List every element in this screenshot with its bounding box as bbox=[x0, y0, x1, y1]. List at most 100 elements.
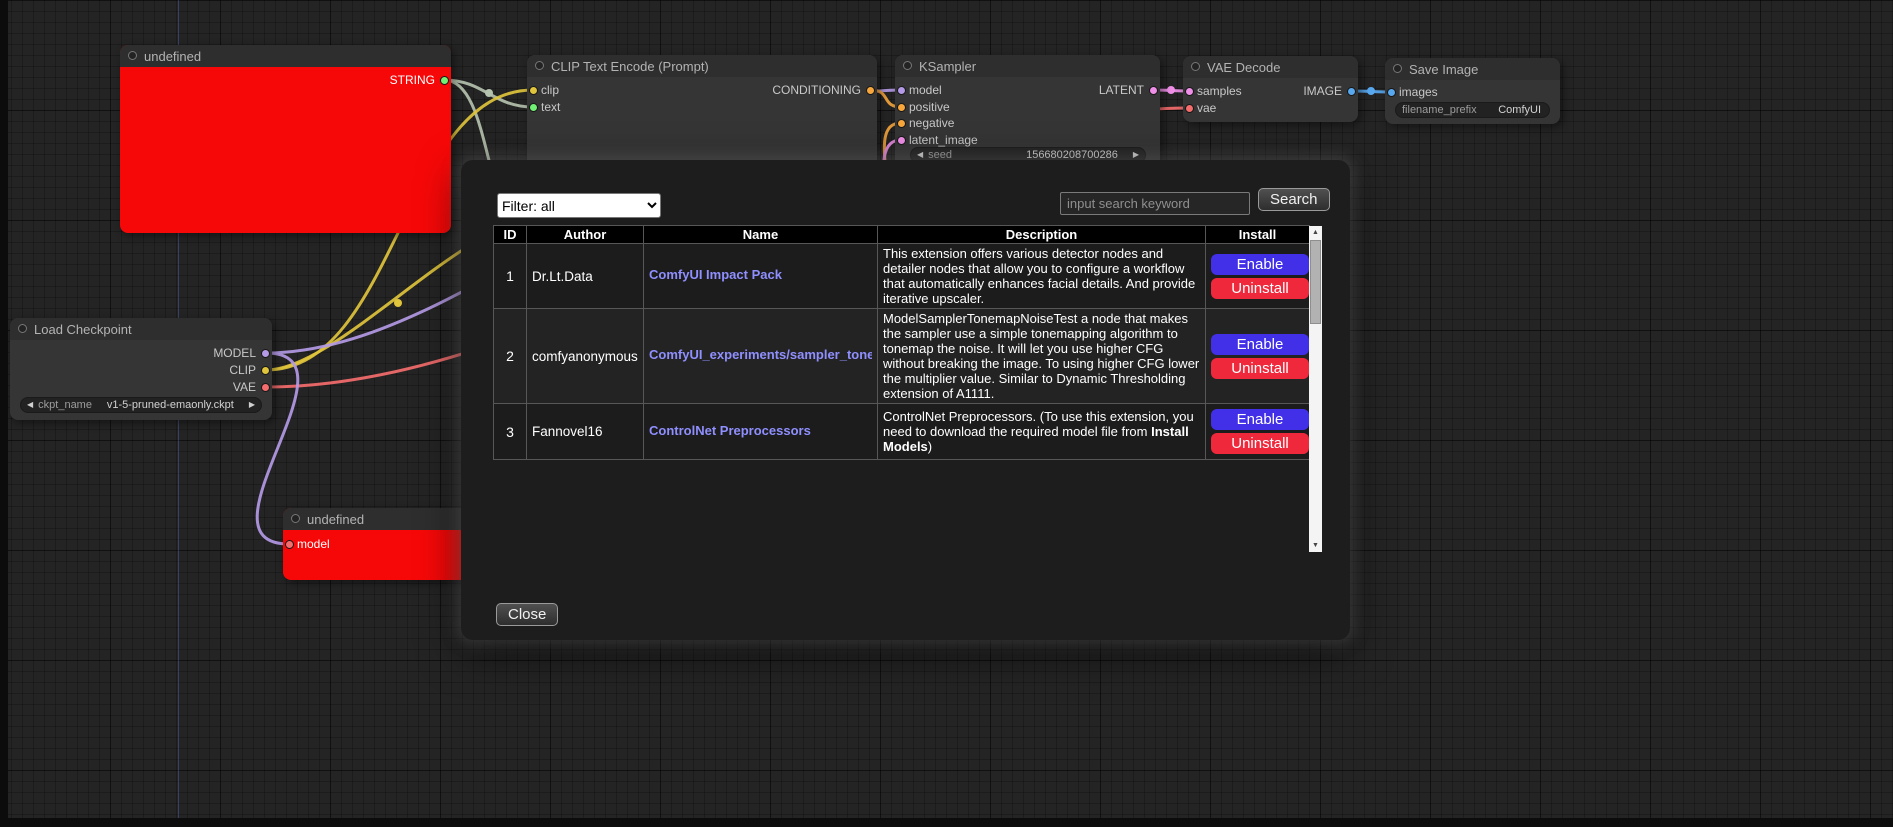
node-vae-decode[interactable]: VAE Decode samples vae IMAGE bbox=[1183, 56, 1358, 122]
output-slot-conditioning[interactable] bbox=[866, 86, 875, 95]
previous-arrow-icon[interactable]: ◀ bbox=[27, 401, 33, 409]
search-button[interactable]: Search bbox=[1258, 188, 1330, 211]
scroll-down-icon[interactable]: ▼ bbox=[1309, 539, 1322, 552]
cell-install: Enable Uninstall bbox=[1206, 404, 1310, 460]
input-slot-latent-image[interactable] bbox=[897, 136, 906, 145]
scrollbar-thumb[interactable] bbox=[1310, 240, 1321, 324]
cell-description: ModelSamplerTonemapNoiseTest a node that… bbox=[878, 309, 1206, 404]
scroll-up-icon[interactable]: ▲ bbox=[1309, 226, 1322, 239]
table-row: 3 Fannovel16 ControlNet Preprocessors Co… bbox=[494, 404, 1310, 460]
collapse-dot-icon[interactable] bbox=[1191, 62, 1200, 71]
output-slot-image[interactable] bbox=[1347, 87, 1356, 96]
widget-value: v1-5-pruned-emaonly.ckpt bbox=[107, 399, 234, 411]
node-title: CLIP Text Encode (Prompt) bbox=[551, 59, 709, 74]
output-slot-string[interactable] bbox=[440, 76, 449, 85]
output-slot-vae[interactable] bbox=[261, 383, 270, 392]
output-slot-latent[interactable] bbox=[1149, 86, 1158, 95]
decrement-arrow-icon[interactable]: ◀ bbox=[917, 151, 923, 159]
uninstall-button[interactable]: Uninstall bbox=[1211, 278, 1309, 299]
node-header[interactable]: Save Image bbox=[1385, 58, 1560, 80]
cell-author: Dr.Lt.Data bbox=[527, 244, 644, 309]
input-slot-model[interactable] bbox=[897, 86, 906, 95]
table-row: 2 comfyanonymous ComfyUI_experiments/sam… bbox=[494, 309, 1310, 404]
node-undefined-string[interactable]: undefined STRING bbox=[120, 45, 451, 233]
header-description: Description bbox=[878, 226, 1206, 244]
input-label-model: model bbox=[909, 83, 942, 97]
collapse-dot-icon[interactable] bbox=[535, 61, 544, 70]
increment-arrow-icon[interactable]: ▶ bbox=[1133, 151, 1139, 159]
cell-description: This extension offers various detector n… bbox=[878, 244, 1206, 309]
table-row: 1 Dr.Lt.Data ComfyUI Impact Pack This ex… bbox=[494, 244, 1310, 309]
input-label-samples: samples bbox=[1197, 84, 1242, 98]
output-label: STRING bbox=[390, 73, 435, 87]
table-scrollbar[interactable]: ▲ ▼ bbox=[1309, 226, 1322, 552]
node-title: KSampler bbox=[919, 59, 976, 74]
extension-link[interactable]: ControlNet Preprocessors bbox=[649, 423, 811, 438]
extension-link[interactable]: ComfyUI Impact Pack bbox=[649, 267, 782, 282]
input-slot-vae[interactable] bbox=[1185, 104, 1194, 113]
enable-button[interactable]: Enable bbox=[1211, 409, 1309, 430]
input-label-latent-image: latent_image bbox=[909, 133, 978, 147]
enable-button[interactable]: Enable bbox=[1211, 254, 1309, 275]
node-title: Save Image bbox=[1409, 62, 1478, 77]
uninstall-button[interactable]: Uninstall bbox=[1211, 433, 1309, 454]
cell-author: comfyanonymous bbox=[527, 309, 644, 404]
node-header[interactable]: undefined bbox=[120, 45, 451, 67]
uninstall-button[interactable]: Uninstall bbox=[1211, 358, 1309, 379]
filter-select[interactable]: Filter: all bbox=[497, 193, 661, 218]
input-label-clip: clip bbox=[541, 83, 559, 97]
ckpt-name-widget[interactable]: ◀ ckpt_name v1-5-pruned-emaonly.ckpt ▶ bbox=[20, 397, 262, 413]
collapse-dot-icon[interactable] bbox=[18, 324, 27, 333]
collapse-dot-icon[interactable] bbox=[291, 514, 300, 523]
enable-button[interactable]: Enable bbox=[1211, 334, 1309, 355]
output-label: CONDITIONING bbox=[772, 83, 861, 97]
input-slot-positive[interactable] bbox=[897, 103, 906, 112]
cell-install: Enable Uninstall bbox=[1206, 309, 1310, 404]
collapse-dot-icon[interactable] bbox=[1393, 64, 1402, 73]
header-author: Author bbox=[527, 226, 644, 244]
close-button[interactable]: Close bbox=[496, 603, 558, 626]
node-title: undefined bbox=[307, 512, 364, 527]
node-header[interactable]: KSampler bbox=[895, 55, 1160, 77]
input-label-images: images bbox=[1399, 85, 1438, 99]
cell-name: ControlNet Preprocessors bbox=[644, 404, 878, 460]
widget-label: ckpt_name bbox=[38, 399, 92, 411]
cell-id: 1 bbox=[494, 244, 527, 309]
node-save-image[interactable]: Save Image images filename_prefix ComfyU… bbox=[1385, 58, 1560, 124]
input-slot-model[interactable] bbox=[285, 540, 294, 549]
input-slot-samples[interactable] bbox=[1185, 87, 1194, 96]
next-arrow-icon[interactable]: ▶ bbox=[249, 401, 255, 409]
input-label-vae: vae bbox=[1197, 101, 1216, 115]
output-label-vae: VAE bbox=[233, 380, 256, 394]
output-slot-model[interactable] bbox=[261, 349, 270, 358]
search-input[interactable] bbox=[1060, 192, 1250, 215]
input-label-model: model bbox=[297, 537, 330, 551]
filename-prefix-widget[interactable]: filename_prefix ComfyUI bbox=[1395, 102, 1550, 118]
input-slot-images[interactable] bbox=[1387, 88, 1396, 97]
output-slot-clip[interactable] bbox=[261, 366, 270, 375]
collapse-dot-icon[interactable] bbox=[903, 61, 912, 70]
node-title: VAE Decode bbox=[1207, 60, 1280, 75]
extension-link[interactable]: ComfyUI_experiments/sampler_tonemap bbox=[649, 347, 872, 362]
input-slot-negative[interactable] bbox=[897, 119, 906, 128]
input-slot-text[interactable] bbox=[529, 103, 538, 112]
input-slot-clip[interactable] bbox=[529, 86, 538, 95]
cell-id: 3 bbox=[494, 404, 527, 460]
table-header-row: ID Author Name Description Install bbox=[494, 226, 1310, 244]
header-name: Name bbox=[644, 226, 878, 244]
node-header[interactable]: CLIP Text Encode (Prompt) bbox=[527, 55, 877, 77]
node-header[interactable]: Load Checkpoint bbox=[10, 318, 272, 340]
node-title: undefined bbox=[144, 49, 201, 64]
node-load-checkpoint[interactable]: Load Checkpoint MODEL CLIP VAE ◀ ckpt_na… bbox=[10, 318, 272, 420]
collapse-dot-icon[interactable] bbox=[128, 51, 137, 60]
input-label-positive: positive bbox=[909, 100, 950, 114]
output-label: IMAGE bbox=[1303, 84, 1342, 98]
cell-description: ControlNet Preprocessors. (To use this e… bbox=[878, 404, 1206, 460]
manager-install-dialog: Filter: all Search ID Author Name Descri… bbox=[461, 160, 1350, 640]
window-edge-bottom bbox=[0, 818, 1893, 827]
node-header[interactable]: VAE Decode bbox=[1183, 56, 1358, 78]
cell-id: 2 bbox=[494, 309, 527, 404]
widget-label: filename_prefix bbox=[1402, 104, 1477, 116]
window-edge-left bbox=[0, 0, 8, 827]
input-label-negative: negative bbox=[909, 116, 954, 130]
